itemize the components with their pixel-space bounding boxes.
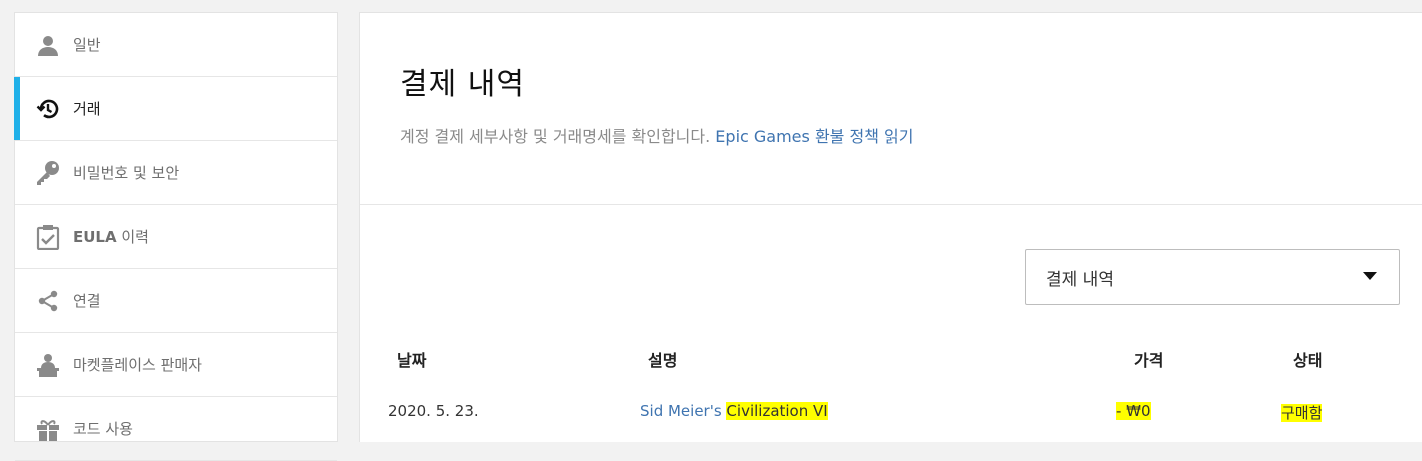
sidebar-item-label: 일반 <box>73 36 101 54</box>
row-date: 2020. 5. 23. <box>388 402 479 420</box>
select-value: 결제 내역 <box>1046 269 1114 290</box>
row-description[interactable]: Sid Meier's Civilization VI <box>640 402 828 420</box>
sidebar-item-marketplace-seller[interactable]: 마켓플레이스 판매자 <box>15 333 337 397</box>
gift-icon <box>35 416 61 442</box>
sidebar-item-redeem-code[interactable]: 코드 사용 <box>15 397 337 461</box>
description-highlight: Civilization VI <box>726 402 828 420</box>
key-icon <box>35 160 61 186</box>
price-value: - ₩0 <box>1116 402 1151 420</box>
sidebar-item-label: 마켓플레이스 판매자 <box>73 356 202 374</box>
caret-down-icon <box>1363 272 1377 280</box>
page-subtitle: 계정 결제 세부사항 및 거래명세를 확인합니다. Epic Games 환불 … <box>400 123 913 147</box>
description-prefix: Sid Meier's <box>640 402 727 420</box>
clipboard-check-icon <box>35 224 61 250</box>
history-type-select[interactable]: 결제 내역 <box>1025 249 1400 305</box>
column-header-status: 상태 <box>1293 351 1323 370</box>
column-header-description: 설명 <box>648 351 678 370</box>
sidebar-item-connections[interactable]: 연결 <box>15 269 337 333</box>
sidebar-item-transactions[interactable]: 거래 <box>14 77 337 141</box>
account-sidebar: 일반 거래 비밀번호 및 보안 EULA 이력 연결 마켓플레이스 판매자 코드… <box>14 12 338 461</box>
share-icon <box>35 288 61 314</box>
column-header-price: 가격 <box>1134 351 1164 370</box>
main-panel: 결제 내역 계정 결제 세부사항 및 거래명세를 확인합니다. Epic Gam… <box>359 12 1422 442</box>
column-header-date: 날짜 <box>397 351 427 370</box>
subtitle-text: 계정 결제 세부사항 및 거래명세를 확인합니다. <box>400 127 716 146</box>
person-icon <box>35 32 61 58</box>
seller-icon <box>35 352 61 378</box>
page-title: 결제 내역 <box>400 67 525 102</box>
history-icon <box>35 96 61 122</box>
sidebar-item-label: 거래 <box>73 100 101 118</box>
refund-policy-link[interactable]: Epic Games 환불 정책 읽기 <box>715 127 913 146</box>
status-value: 구매함 <box>1281 404 1323 422</box>
sidebar-item-password-security[interactable]: 비밀번호 및 보안 <box>15 141 337 205</box>
row-price: - ₩0 <box>1116 402 1151 420</box>
sidebar-item-general[interactable]: 일반 <box>15 13 337 77</box>
sidebar-item-label: 연결 <box>73 292 101 310</box>
sidebar-item-label: EULA 이력 <box>73 228 149 246</box>
row-status: 구매함 <box>1281 402 1323 423</box>
sidebar-item-label: 비밀번호 및 보안 <box>73 164 180 182</box>
sidebar-item-label: 코드 사용 <box>73 420 133 438</box>
divider <box>360 204 1422 205</box>
sidebar-item-eula-history[interactable]: EULA 이력 <box>15 205 337 269</box>
